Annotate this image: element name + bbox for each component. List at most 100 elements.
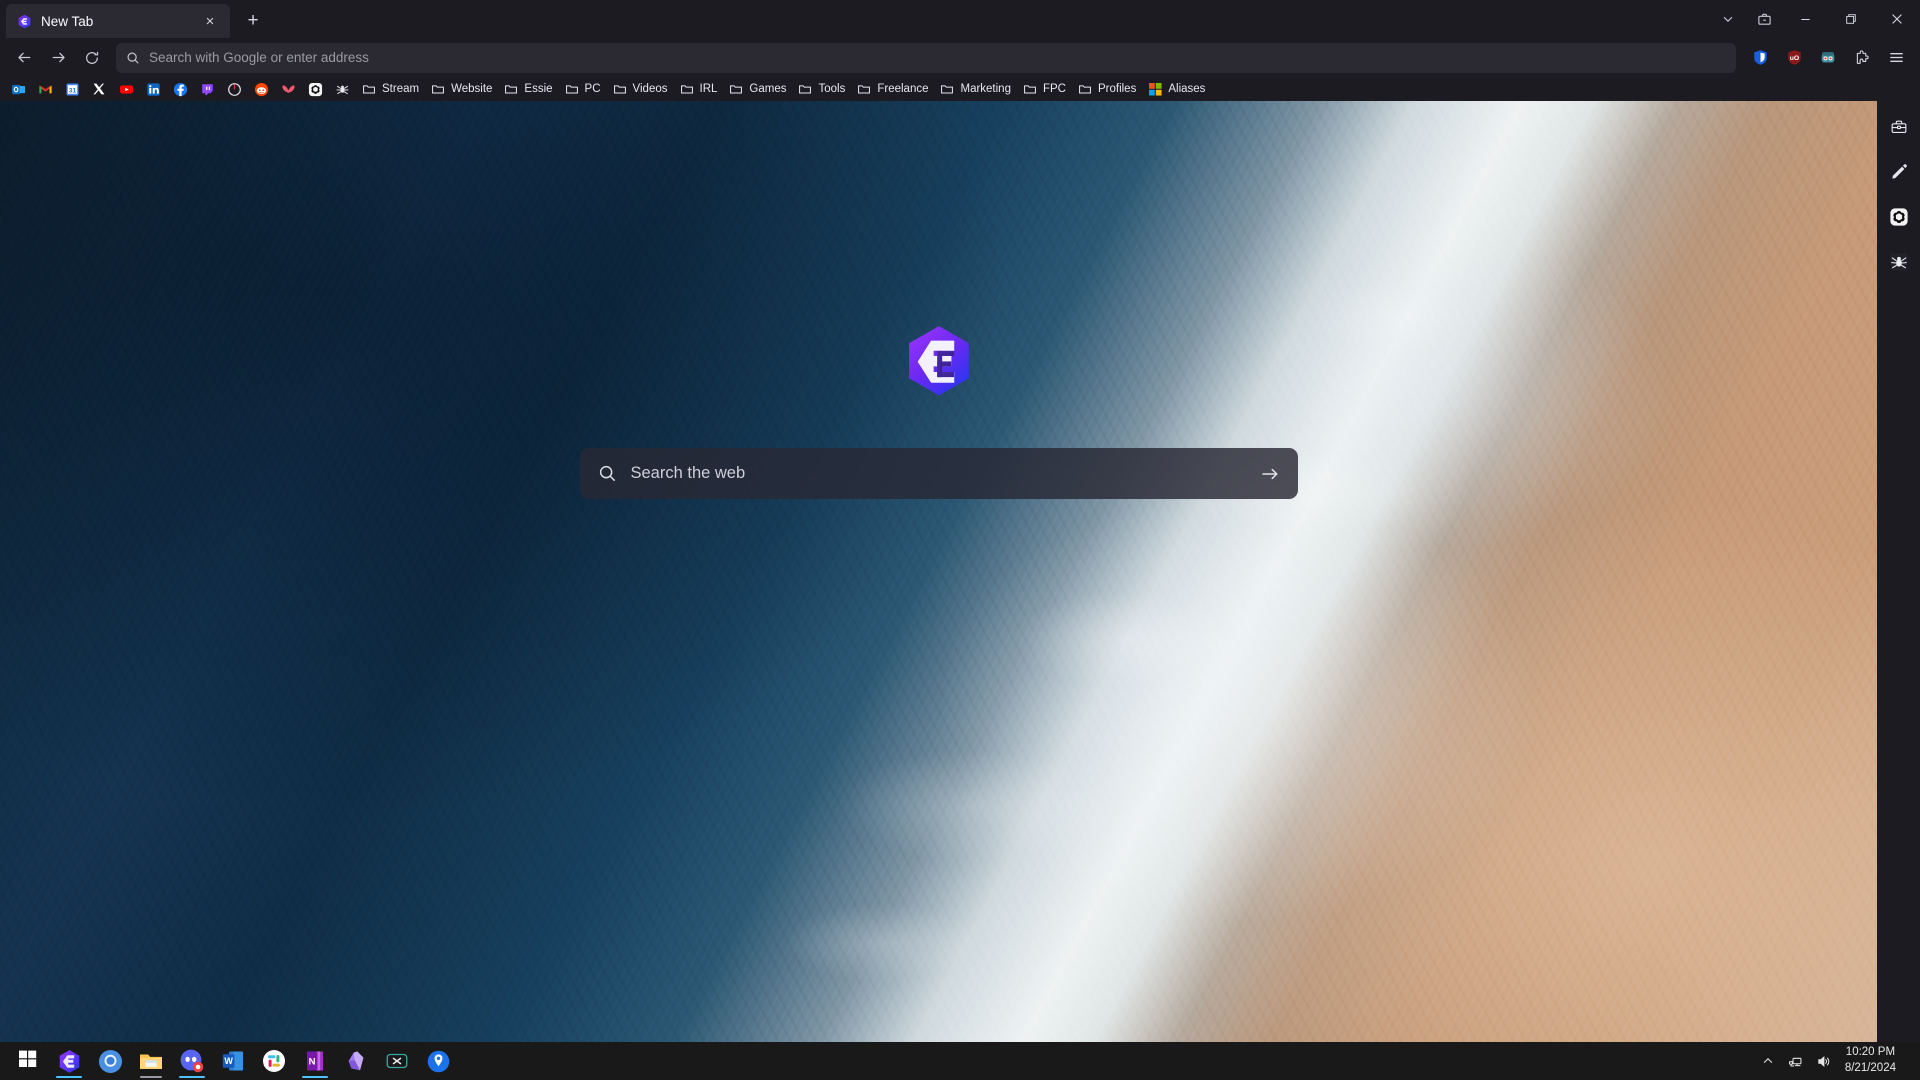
back-arrow-icon[interactable] xyxy=(8,43,40,73)
clock-date: 8/21/2024 xyxy=(1844,1062,1896,1074)
show-desktop-button[interactable] xyxy=(1908,1042,1914,1080)
address-bar[interactable]: Search with Google or enter address xyxy=(116,42,1736,73)
bookmark-folder-games[interactable]: Games xyxy=(723,79,791,99)
x-twitter-icon xyxy=(91,81,107,97)
bookmark-folder-videos[interactable]: Videos xyxy=(607,79,673,99)
bookmarks-bar: 31 Stream Website Essie PC Videos IRL Ga… xyxy=(0,77,1920,101)
taskbar-onenote[interactable]: N xyxy=(295,1042,335,1080)
taskbar-file-explorer[interactable] xyxy=(131,1042,171,1080)
bookmark-power[interactable] xyxy=(221,79,247,99)
bookmark-reddit[interactable] xyxy=(248,79,274,99)
show-hidden-icons-chevron[interactable] xyxy=(1755,1042,1781,1080)
taskbar-maps[interactable] xyxy=(418,1042,458,1080)
taskbar-word[interactable]: W xyxy=(213,1042,253,1080)
arrow-right-icon[interactable] xyxy=(1260,464,1280,484)
taskbar-discord[interactable] xyxy=(172,1042,212,1080)
bookmark-label: Marketing xyxy=(960,83,1011,95)
bitwarden-icon[interactable] xyxy=(1744,43,1776,73)
taskbar-slack[interactable] xyxy=(254,1042,294,1080)
bookmark-youtube[interactable] xyxy=(113,79,139,99)
forward-arrow-icon[interactable] xyxy=(42,43,74,73)
bookmark-linkedin[interactable] xyxy=(140,79,166,99)
folder-icon xyxy=(612,81,628,97)
bookmark-aliases[interactable]: Aliases xyxy=(1142,79,1210,99)
browser-window: New Tab × + Search with Google or enter … xyxy=(0,0,1920,1080)
bookmark-label: Aliases xyxy=(1168,83,1206,95)
bookmark-label: Essie xyxy=(524,83,553,95)
taskbar-x-box[interactable] xyxy=(377,1042,417,1080)
bookmark-outlook[interactable] xyxy=(5,79,31,99)
start-button[interactable] xyxy=(8,1042,48,1080)
privacy-badger-icon[interactable] xyxy=(1812,43,1844,73)
openai-icon[interactable] xyxy=(1885,203,1913,231)
taskbar-clock[interactable]: 10:20 PM 8/21/2024 xyxy=(1839,1045,1906,1076)
newtab-search-placeholder: Search the web xyxy=(630,464,746,482)
briefcase-icon[interactable] xyxy=(1746,2,1782,36)
bookmark-butterfly[interactable] xyxy=(275,79,301,99)
spider-icon[interactable] xyxy=(1885,248,1913,276)
microsoft-icon xyxy=(1147,81,1163,97)
folder-icon xyxy=(1022,81,1038,97)
chevron-down-icon[interactable] xyxy=(1710,2,1746,36)
taskbar-floorp[interactable] xyxy=(49,1042,89,1080)
newtab-search-box[interactable]: Search the web xyxy=(579,448,1298,499)
floorp-icon xyxy=(16,13,33,30)
tab-strip: New Tab × + xyxy=(0,0,1920,38)
app-menu-icon[interactable] xyxy=(1880,43,1912,73)
bookmark-folder-website[interactable]: Website xyxy=(425,79,497,99)
bookmark-folder-essie[interactable]: Essie xyxy=(498,79,557,99)
bookmark-folder-freelance[interactable]: Freelance xyxy=(851,79,933,99)
butterfly-icon xyxy=(280,81,296,97)
tab-new-tab[interactable]: New Tab × xyxy=(6,4,230,38)
new-tab-button[interactable]: + xyxy=(238,5,268,35)
gmail-icon xyxy=(37,81,53,97)
taskbar-active-indicator xyxy=(302,1075,328,1078)
svg-text:W: W xyxy=(224,1056,233,1066)
close-icon[interactable]: × xyxy=(200,11,220,31)
bookmark-label: Stream xyxy=(382,83,420,95)
maximize-button[interactable] xyxy=(1828,0,1874,38)
taskbar-active-indicator xyxy=(179,1075,205,1078)
reload-icon[interactable] xyxy=(76,43,108,73)
outlook-icon xyxy=(10,81,26,97)
bookmark-folder-tools[interactable]: Tools xyxy=(792,79,850,99)
bookmark-folder-profiles[interactable]: Profiles xyxy=(1072,79,1141,99)
taskbar-obsidian[interactable] xyxy=(336,1042,376,1080)
bookmark-facebook[interactable] xyxy=(167,79,193,99)
extensions-puzzle-icon[interactable] xyxy=(1846,43,1878,73)
volume-icon[interactable] xyxy=(1811,1042,1837,1080)
clock-time: 10:20 PM xyxy=(1845,1046,1896,1059)
folder-icon xyxy=(503,81,519,97)
bookmark-label: Videos xyxy=(632,83,668,95)
youtube-icon xyxy=(118,81,134,97)
folder-icon xyxy=(856,81,872,97)
bookmark-gmail[interactable] xyxy=(32,79,58,99)
close-button[interactable] xyxy=(1874,0,1920,38)
bookmark-twitch[interactable] xyxy=(194,79,220,99)
bookmark-label: PC xyxy=(584,83,601,95)
bookmark-folder-irl[interactable]: IRL xyxy=(674,79,723,99)
bookmark-folder-stream[interactable]: Stream xyxy=(356,79,424,99)
windows-taskbar: W N 10:20 PM 8/21/2024 xyxy=(0,1042,1920,1080)
navigation-toolbar: Search with Google or enter address uO xyxy=(0,38,1920,77)
google-calendar-icon: 31 xyxy=(64,81,80,97)
bookmark-calendar[interactable]: 31 xyxy=(59,79,85,99)
svg-text:N: N xyxy=(309,1057,316,1068)
folder-icon xyxy=(430,81,446,97)
pencil-icon[interactable] xyxy=(1885,158,1913,186)
bookmark-openai[interactable] xyxy=(302,79,328,99)
folder-icon xyxy=(564,81,580,97)
network-icon[interactable] xyxy=(1783,1042,1809,1080)
ublock-origin-icon[interactable]: uO xyxy=(1778,43,1810,73)
bookmark-folder-pc[interactable]: PC xyxy=(559,79,606,99)
minimize-button[interactable] xyxy=(1782,0,1828,38)
bookmark-spider[interactable] xyxy=(329,79,355,99)
bookmark-label: IRL xyxy=(699,83,718,95)
taskbar-chrome[interactable] xyxy=(90,1042,130,1080)
toolbox-icon[interactable] xyxy=(1885,113,1913,141)
bookmark-folder-marketing[interactable]: Marketing xyxy=(934,79,1016,99)
folder-icon xyxy=(797,81,813,97)
bookmark-x-twitter[interactable] xyxy=(86,79,112,99)
power-icon xyxy=(226,81,242,97)
bookmark-folder-fpc[interactable]: FPC xyxy=(1017,79,1071,99)
